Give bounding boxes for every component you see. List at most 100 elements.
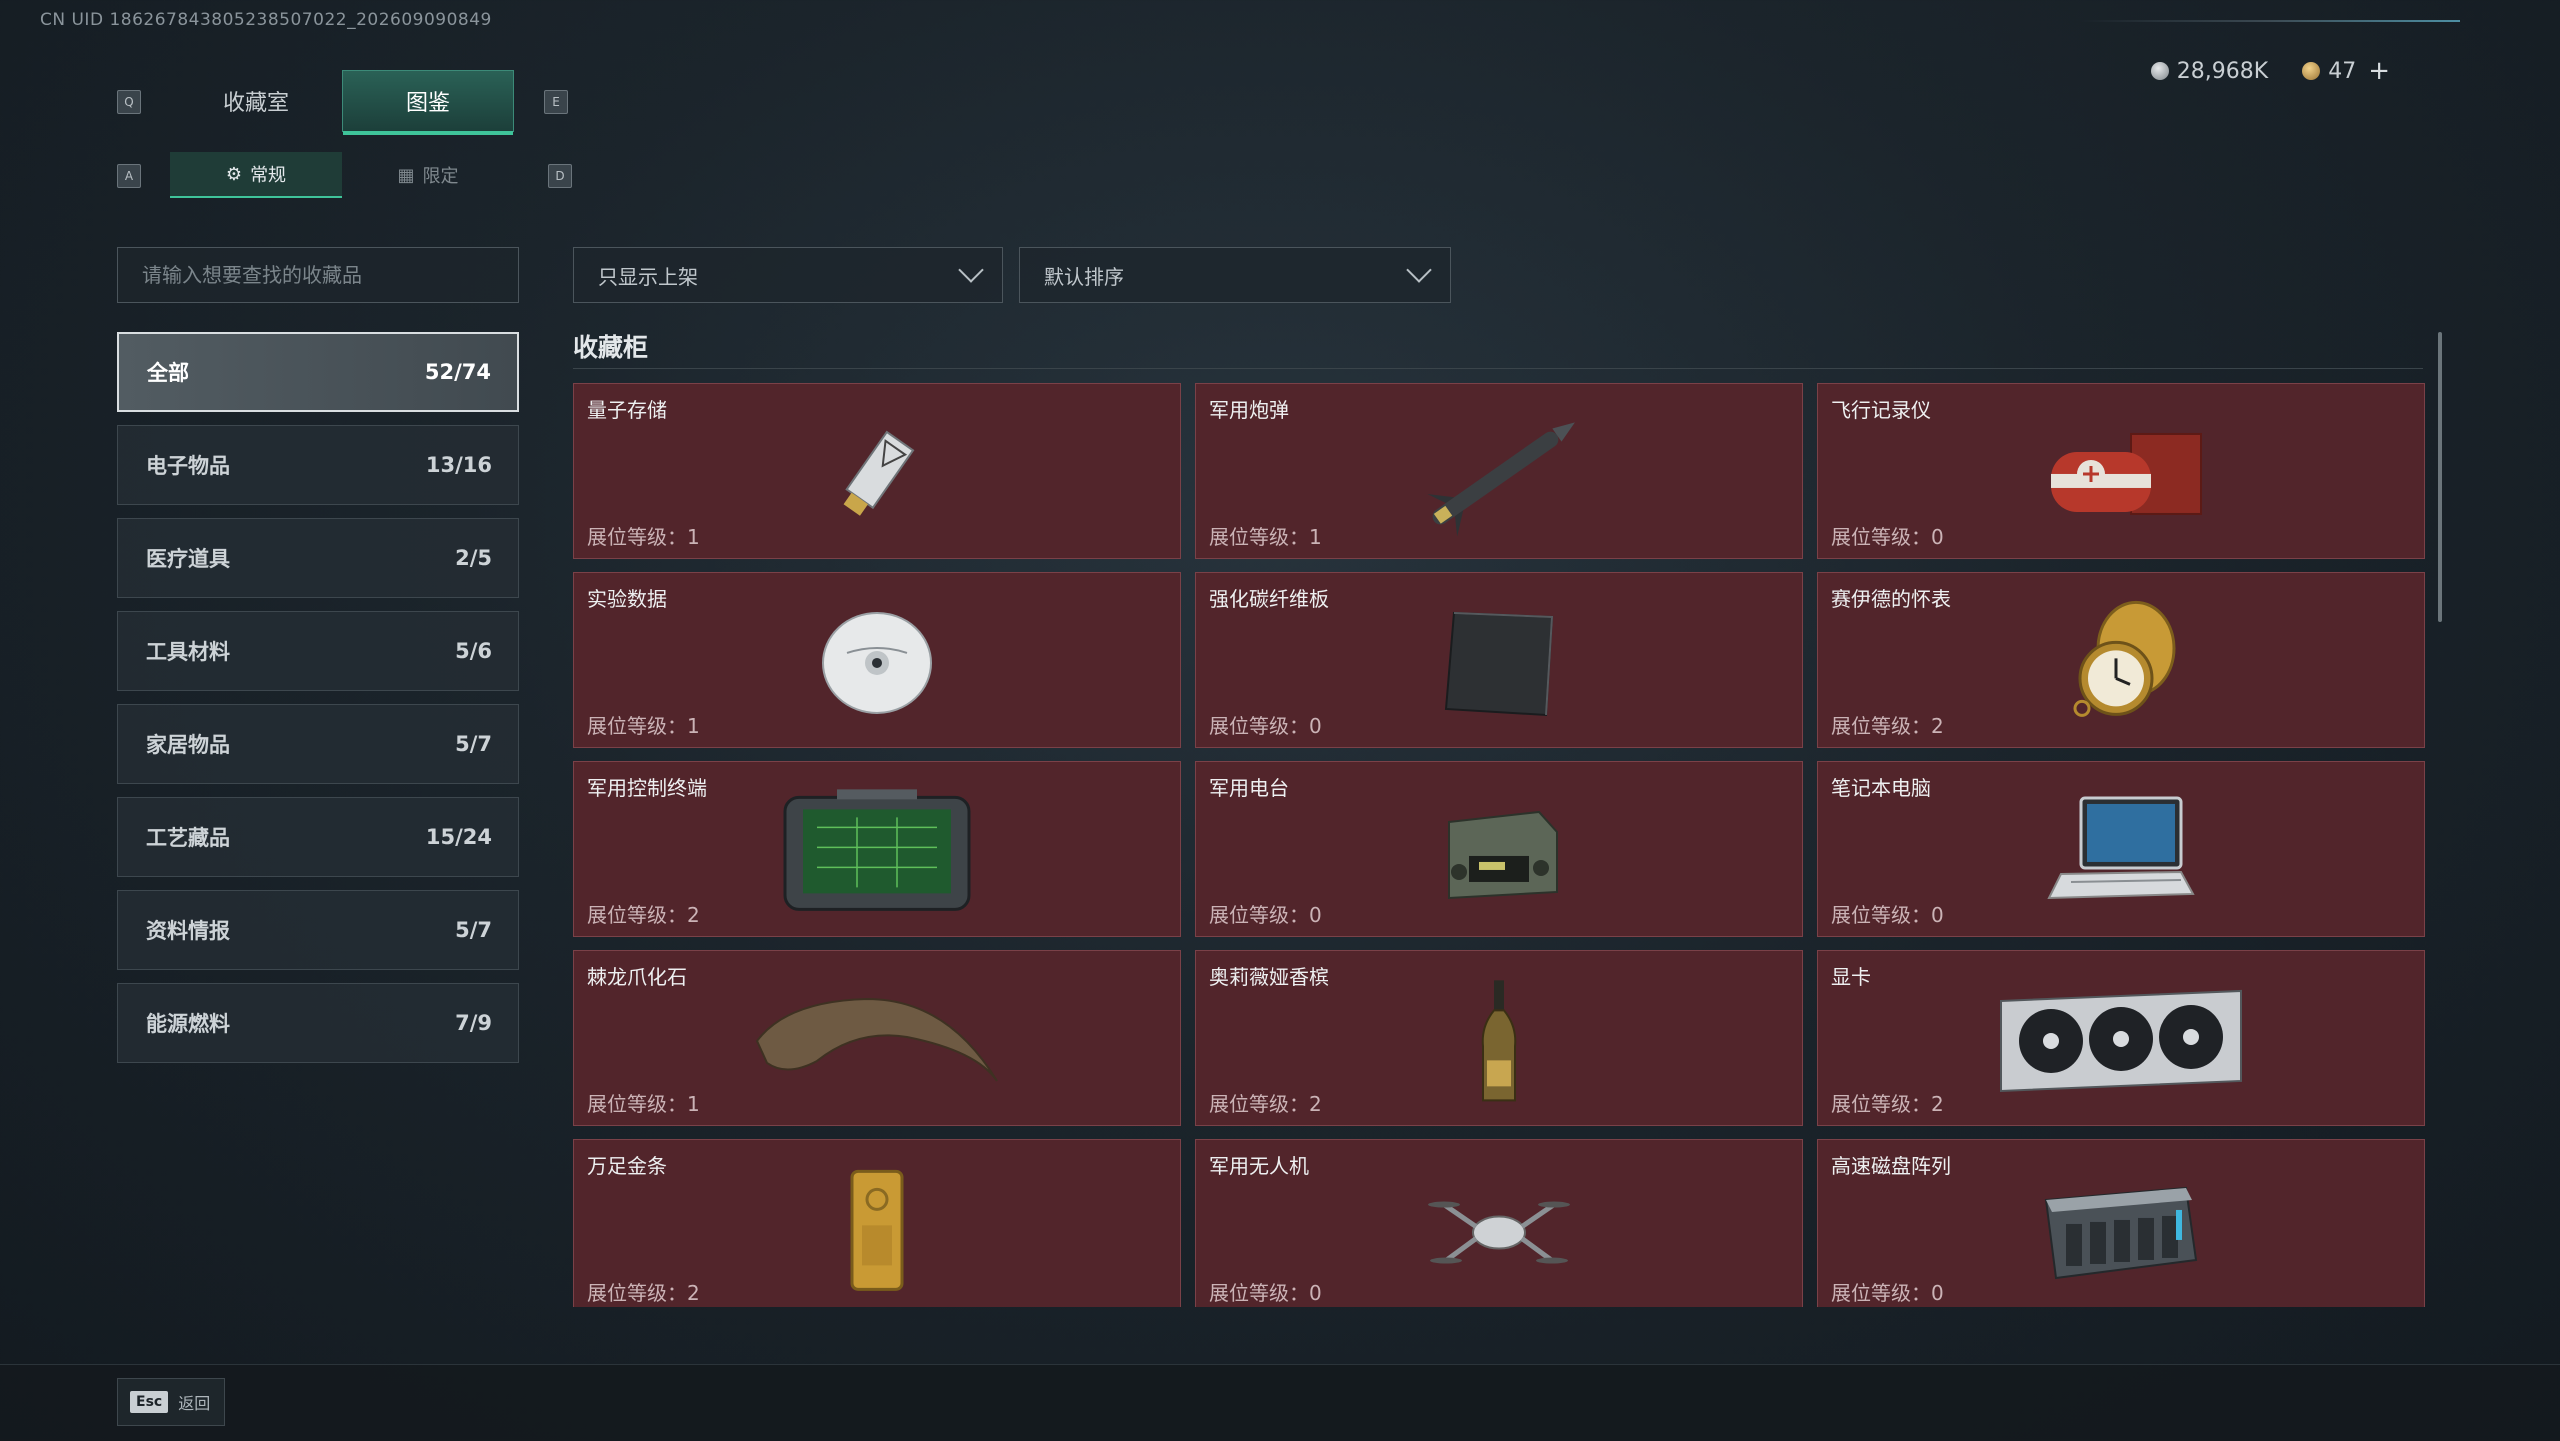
item-card[interactable]: 高速磁盘阵列 展位等级：0 bbox=[1817, 1139, 2425, 1307]
tab-collection-room[interactable]: 收藏室 bbox=[170, 70, 342, 132]
radio-icon bbox=[1429, 792, 1569, 916]
limited-icon: ▦ bbox=[397, 164, 415, 186]
missile-icon bbox=[1399, 409, 1599, 543]
item-name: 笔记本电脑 bbox=[1831, 776, 1931, 800]
carbon-plate-icon bbox=[1434, 603, 1564, 727]
shelf-filter-dropdown[interactable]: 只显示上架 bbox=[573, 247, 1003, 303]
search-box bbox=[117, 247, 519, 303]
flight-recorder-icon bbox=[2021, 414, 2221, 538]
item-card[interactable]: 强化碳纤维板 展位等级：0 bbox=[1195, 572, 1803, 748]
category-count: 7/9 bbox=[455, 1011, 492, 1035]
category-tools[interactable]: 工具材料 5/6 bbox=[117, 611, 519, 691]
item-name: 显卡 bbox=[1831, 965, 1871, 989]
section-title: 收藏柜 bbox=[573, 333, 649, 362]
category-crafts[interactable]: 工艺藏品 15/24 bbox=[117, 797, 519, 877]
item-card[interactable]: 显卡 展位等级：2 bbox=[1817, 950, 2425, 1126]
item-level: 展位等级：1 bbox=[587, 714, 700, 738]
item-name: 军用无人机 bbox=[1209, 1154, 1309, 1178]
gold-currency: 47 + bbox=[2302, 56, 2390, 86]
item-card[interactable]: 飞行记录仪 展位等级：0 bbox=[1817, 383, 2425, 559]
category-energy[interactable]: 能源燃料 7/9 bbox=[117, 983, 519, 1063]
category-label: 全部 bbox=[147, 361, 189, 385]
category-intel[interactable]: 资料情报 5/7 bbox=[117, 890, 519, 970]
next-subtab-key-hint[interactable]: D bbox=[548, 164, 572, 188]
item-card[interactable]: 棘龙爪化石 展位等级：1 bbox=[573, 950, 1181, 1126]
category-count: 13/16 bbox=[425, 453, 492, 477]
sort-dropdown[interactable]: 默认排序 bbox=[1019, 247, 1451, 303]
gold-bar-icon bbox=[842, 1165, 912, 1299]
item-card[interactable]: 军用控制终端 展位等级：2 bbox=[573, 761, 1181, 937]
item-name: 军用炮弹 bbox=[1209, 398, 1289, 422]
item-name: 高速磁盘阵列 bbox=[1831, 1154, 1951, 1178]
item-level: 展位等级：0 bbox=[1831, 525, 1944, 549]
sort-value: 默认排序 bbox=[1044, 264, 1124, 289]
sub-tabs: ⚙ 常规 ▦ 限定 bbox=[170, 152, 514, 198]
item-name: 军用电台 bbox=[1209, 776, 1289, 800]
user-uid: CN UID 1862678438052385070​22_2026090908… bbox=[40, 10, 492, 30]
category-medical[interactable]: 医疗道具 2/5 bbox=[117, 518, 519, 598]
item-name: 奥莉薇娅香槟 bbox=[1209, 965, 1329, 989]
claw-fossil-icon bbox=[747, 981, 1007, 1105]
subtab-regular-label: 常规 bbox=[250, 165, 287, 186]
gold-coin-icon bbox=[2302, 62, 2321, 80]
silver-currency: 28,968K bbox=[2150, 56, 2269, 86]
back-button[interactable]: Esc 返回 bbox=[117, 1378, 226, 1426]
category-electronics[interactable]: 电子物品 13/16 bbox=[117, 425, 519, 505]
laptop-icon bbox=[2041, 792, 2201, 916]
regular-icon: ⚙ bbox=[225, 163, 243, 185]
item-level: 展位等级：2 bbox=[587, 903, 700, 927]
main-tabs: 收藏室 图鉴 bbox=[170, 70, 514, 135]
item-name: 棘龙爪化石 bbox=[587, 965, 687, 989]
search-input[interactable] bbox=[140, 262, 496, 288]
category-label: 家居物品 bbox=[146, 733, 230, 757]
prev-tab-key-hint[interactable]: Q bbox=[117, 90, 141, 114]
item-card[interactable]: 奥莉薇娅香槟 展位等级：2 bbox=[1195, 950, 1803, 1126]
item-name: 量子存储 bbox=[587, 398, 667, 422]
prev-subtab-key-hint[interactable]: A bbox=[117, 164, 141, 188]
silver-amount: 28,968K bbox=[2176, 58, 2269, 84]
item-card[interactable]: 军用炮弹 展位等级：1 bbox=[1195, 383, 1803, 559]
category-count: 5/6 bbox=[455, 639, 492, 663]
category-label: 资料情报 bbox=[146, 919, 230, 943]
item-card[interactable]: 笔记本电脑 展位等级：0 bbox=[1817, 761, 2425, 937]
grid-scrollbar[interactable] bbox=[2438, 332, 2442, 622]
item-level: 展位等级：2 bbox=[587, 1281, 700, 1305]
category-count: 52/74 bbox=[424, 360, 491, 384]
next-tab-key-hint[interactable]: E bbox=[544, 90, 568, 114]
item-level: 展位等级：1 bbox=[587, 525, 700, 549]
decorative-line bbox=[2080, 20, 2460, 22]
add-currency-button[interactable]: + bbox=[2368, 56, 2390, 86]
item-level: 展位等级：2 bbox=[1209, 1092, 1322, 1116]
category-count: 5/7 bbox=[455, 732, 492, 756]
subtab-limited-label: 限定 bbox=[422, 166, 459, 187]
bottom-bar bbox=[0, 1364, 2560, 1441]
item-card[interactable]: 赛伊德的怀表 展位等级：2 bbox=[1817, 572, 2425, 748]
tab-catalog[interactable]: 图鉴 bbox=[342, 70, 514, 135]
category-all[interactable]: 全部 52/74 bbox=[117, 332, 519, 412]
category-count: 2/5 bbox=[455, 546, 492, 570]
item-name: 赛伊德的怀表 bbox=[1831, 587, 1951, 611]
item-card[interactable]: 量子存储 展位等级：1 bbox=[573, 383, 1181, 559]
item-name: 万足金条 bbox=[587, 1154, 667, 1178]
item-level: 展位等级：0 bbox=[1831, 1281, 1944, 1305]
item-card[interactable]: 军用无人机 展位等级：0 bbox=[1195, 1139, 1803, 1307]
category-count: 5/7 bbox=[455, 918, 492, 942]
item-card[interactable]: 实验数据 展位等级：1 bbox=[573, 572, 1181, 748]
esc-key-hint: Esc bbox=[130, 1391, 169, 1413]
item-level: 展位等级：1 bbox=[1209, 525, 1322, 549]
item-level: 展位等级：2 bbox=[1831, 714, 1944, 738]
drone-icon bbox=[1424, 1175, 1574, 1289]
disc-icon bbox=[817, 603, 937, 727]
item-card[interactable]: 军用电台 展位等级：0 bbox=[1195, 761, 1803, 937]
subtab-limited[interactable]: ▦ 限定 bbox=[342, 152, 514, 198]
silver-coin-icon bbox=[2150, 62, 2169, 80]
item-level: 展位等级：0 bbox=[1209, 714, 1322, 738]
item-name: 实验数据 bbox=[587, 587, 667, 611]
chevron-down-icon bbox=[1406, 257, 1432, 283]
item-card[interactable]: 万足金条 展位等级：2 bbox=[573, 1139, 1181, 1307]
category-household[interactable]: 家居物品 5/7 bbox=[117, 704, 519, 784]
category-label: 工具材料 bbox=[146, 640, 230, 664]
section-divider bbox=[573, 368, 2423, 369]
item-name: 军用控制终端 bbox=[587, 776, 707, 800]
subtab-regular[interactable]: ⚙ 常规 bbox=[170, 152, 342, 198]
